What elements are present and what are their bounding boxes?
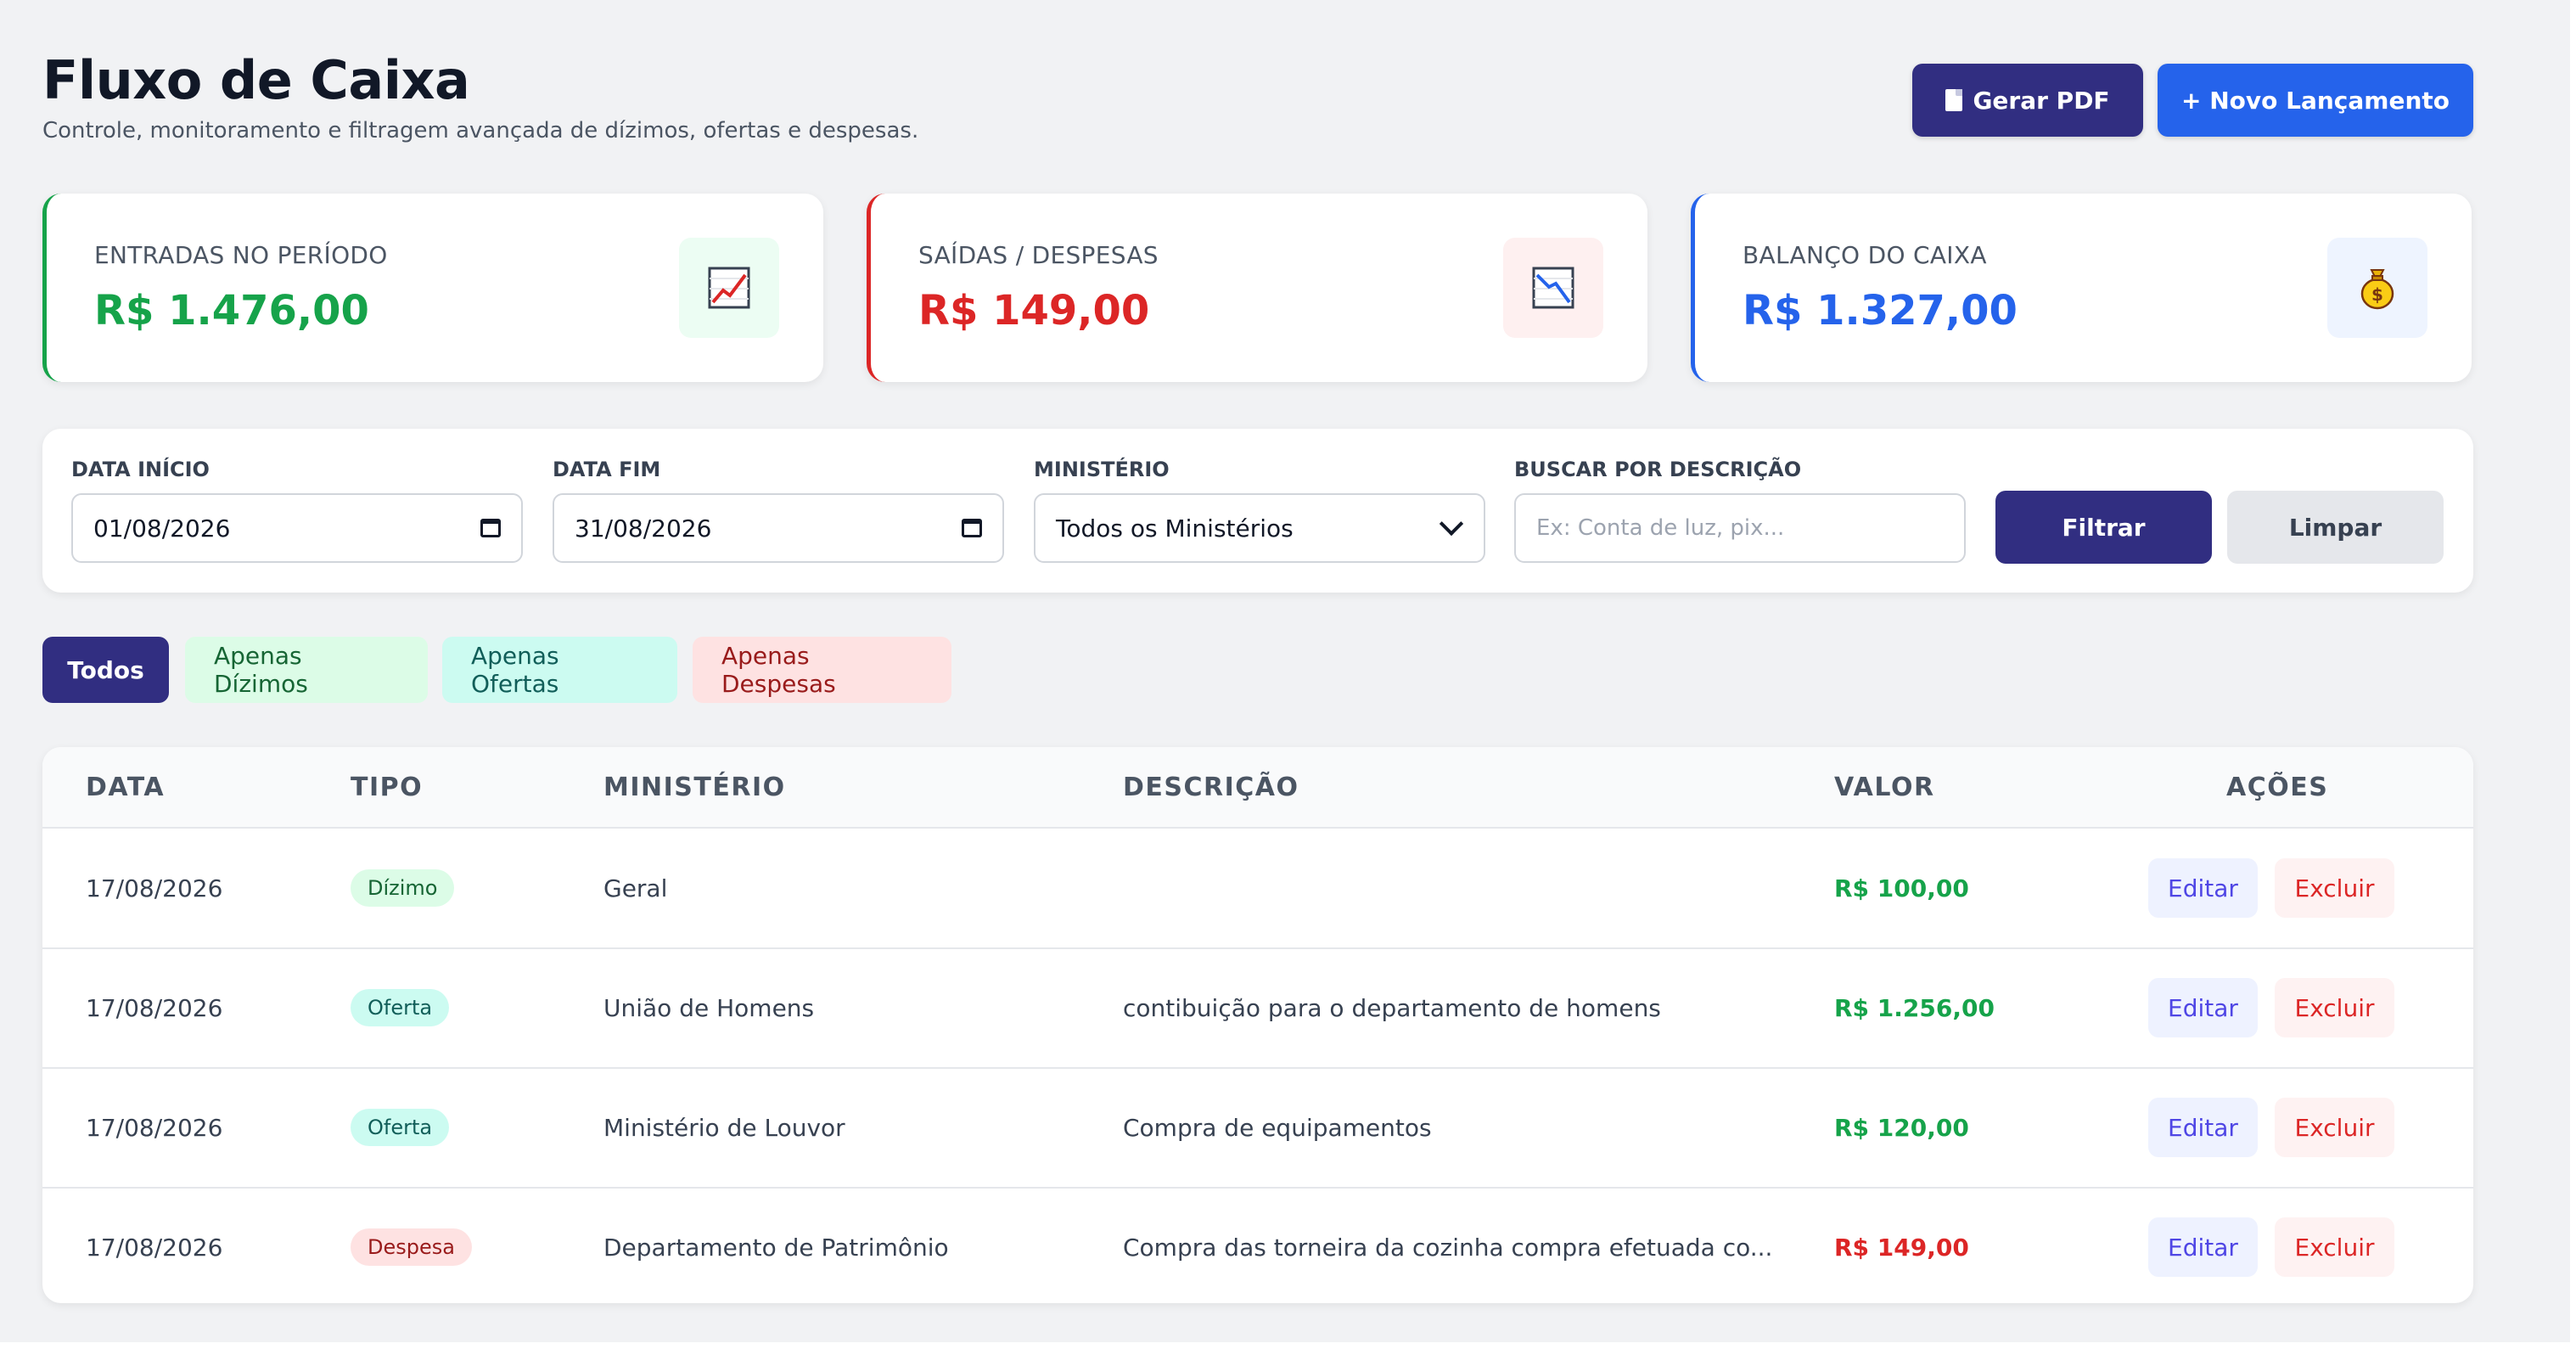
- cell-data: 17/08/2026: [86, 993, 223, 1022]
- page-subtitle: Controle, monitoramento e filtragem avan…: [42, 118, 919, 143]
- ministry-label: MINISTÉRIO: [1034, 458, 1170, 481]
- cell-descricao: Compra de equipamentos: [1123, 1113, 1432, 1142]
- delete-button[interactable]: Excluir: [2275, 1098, 2394, 1157]
- cell-valor: R$ 149,00: [1834, 1233, 1969, 1262]
- cell-data: 17/08/2026: [86, 874, 223, 902]
- column-header-tipo: TIPO: [351, 772, 424, 802]
- edit-button[interactable]: Editar: [2148, 978, 2258, 1037]
- tab-despesas[interactable]: Apenas Despesas: [693, 637, 951, 703]
- cell-ministerio: Departamento de Patrimônio: [603, 1233, 949, 1262]
- cell-valor: R$ 1.256,00: [1834, 993, 1995, 1022]
- cell-ministerio: Geral: [603, 874, 668, 902]
- type-badge: Oferta: [351, 989, 450, 1026]
- type-badge: Despesa: [351, 1228, 472, 1266]
- tab-dizimos[interactable]: Apenas Dízimos: [185, 637, 428, 703]
- summary-value: R$ 1.327,00: [1743, 287, 2018, 334]
- cell-valor: R$ 100,00: [1834, 874, 1969, 902]
- column-header-descricao: DESCRIÇÃO: [1123, 772, 1299, 802]
- page: Fluxo de Caixa Controle, monitoramento e…: [0, 0, 2576, 1349]
- column-header-ministerio: MINISTÉRIO: [603, 772, 786, 802]
- cell-descricao: Compra das torneira da cozinha compra ef…: [1123, 1233, 1773, 1262]
- type-badge: Oferta: [351, 1109, 450, 1146]
- tab-todos[interactable]: Todos: [42, 637, 169, 703]
- edit-button[interactable]: Editar: [2148, 1098, 2258, 1157]
- cell-data: 17/08/2026: [86, 1233, 223, 1262]
- column-header-data: DATA: [86, 772, 166, 802]
- filter-panel: DATA INÍCIO 01/08/2026 DATA FIM 31/08/20…: [42, 429, 2473, 593]
- column-header-acoes: AÇÕES: [2226, 772, 2329, 802]
- money-bag-icon: $: [2327, 238, 2427, 338]
- chart-down-icon: [1503, 238, 1603, 338]
- new-entry-button[interactable]: + Novo Lançamento: [2158, 64, 2473, 137]
- page-edge: [2570, 0, 2576, 1349]
- edit-button[interactable]: Editar: [2148, 1217, 2258, 1277]
- cell-data: 17/08/2026: [86, 1113, 223, 1142]
- table-row: 17/08/2026 Despesa Departamento de Patri…: [42, 1188, 2473, 1303]
- page-title: Fluxo de Caixa: [42, 49, 470, 111]
- delete-button[interactable]: Excluir: [2275, 1217, 2394, 1277]
- generate-pdf-label: Gerar PDF: [1973, 86, 2110, 115]
- delete-button[interactable]: Excluir: [2275, 858, 2394, 918]
- cell-valor: R$ 120,00: [1834, 1113, 1969, 1142]
- column-header-valor: VALOR: [1834, 772, 1935, 802]
- table-row: 17/08/2026 Oferta União de Homens contib…: [42, 948, 2473, 1069]
- start-date-value: 01/08/2026: [93, 514, 231, 542]
- transactions-table: DATA TIPO MINISTÉRIO DESCRIÇÃO VALOR AÇÕ…: [42, 747, 2473, 1303]
- summary-card-balanco: BALANÇO DO CAIXA R$ 1.327,00 $: [1691, 194, 2472, 382]
- chevron-down-icon: [1439, 511, 1464, 537]
- start-date-input[interactable]: 01/08/2026: [71, 493, 523, 563]
- page-edge-bottom: [0, 1342, 2576, 1349]
- cell-ministerio: União de Homens: [603, 993, 815, 1022]
- document-icon: [1945, 89, 1963, 111]
- summary-label: SAÍDAS / DESPESAS: [918, 241, 1159, 269]
- table-row: 17/08/2026 Oferta Ministério de Louvor C…: [42, 1068, 2473, 1189]
- summary-value: R$ 149,00: [918, 287, 1150, 334]
- table-header: DATA TIPO MINISTÉRIO DESCRIÇÃO VALOR AÇÕ…: [42, 747, 2473, 829]
- new-entry-label: + Novo Lançamento: [2181, 86, 2450, 115]
- generate-pdf-button[interactable]: Gerar PDF: [1912, 64, 2143, 137]
- summary-card-entradas: ENTRADAS NO PERÍODO R$ 1.476,00: [42, 194, 823, 382]
- svg-text:$: $: [2371, 284, 2383, 305]
- edit-button[interactable]: Editar: [2148, 858, 2258, 918]
- summary-label: BALANÇO DO CAIXA: [1743, 241, 1987, 269]
- ministry-select[interactable]: Todos os Ministérios: [1034, 493, 1485, 563]
- cell-descricao: contibuição para o departamento de homen…: [1123, 993, 1661, 1022]
- tab-ofertas[interactable]: Apenas Ofertas: [442, 637, 677, 703]
- type-badge: Dízimo: [351, 869, 455, 907]
- delete-button[interactable]: Excluir: [2275, 978, 2394, 1037]
- end-date-value: 31/08/2026: [575, 514, 712, 542]
- summary-label: ENTRADAS NO PERÍODO: [94, 241, 388, 269]
- summary-value: R$ 1.476,00: [94, 287, 369, 334]
- calendar-icon[interactable]: [480, 519, 501, 537]
- chart-up-icon: [679, 238, 779, 338]
- search-input[interactable]: Ex: Conta de luz, pix...: [1514, 493, 1966, 563]
- filter-button[interactable]: Filtrar: [1995, 491, 2212, 564]
- calendar-icon[interactable]: [962, 519, 982, 537]
- cell-ministerio: Ministério de Louvor: [603, 1113, 845, 1142]
- end-date-label: DATA FIM: [553, 458, 661, 481]
- search-label: BUSCAR POR DESCRIÇÃO: [1514, 458, 1802, 481]
- ministry-select-value: Todos os Ministérios: [1056, 514, 1294, 542]
- summary-card-saidas: SAÍDAS / DESPESAS R$ 149,00: [867, 194, 1647, 382]
- table-row: 17/08/2026 Dízimo Geral R$ 100,00 Editar…: [42, 829, 2473, 949]
- end-date-input[interactable]: 31/08/2026: [553, 493, 1004, 563]
- search-placeholder: Ex: Conta de luz, pix...: [1536, 515, 1785, 541]
- start-date-label: DATA INÍCIO: [71, 458, 210, 481]
- clear-button[interactable]: Limpar: [2227, 491, 2444, 564]
